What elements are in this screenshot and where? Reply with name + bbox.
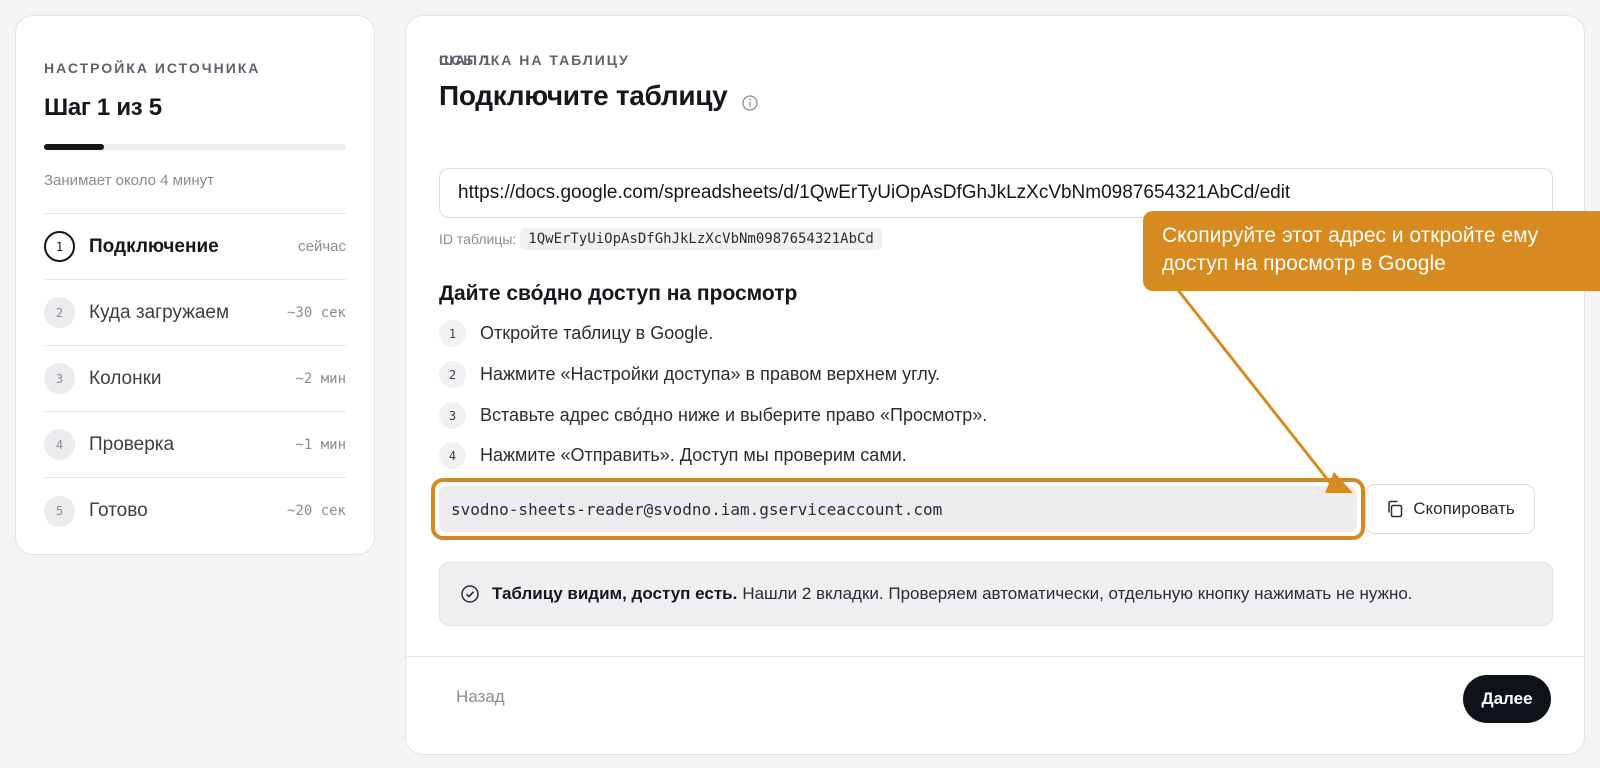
step-number: 2 (44, 297, 75, 328)
copy-button-label: Скопировать (1413, 499, 1515, 518)
step-item-columns[interactable]: 3 Колонки ~2 мин (44, 346, 346, 412)
step-label: Готово (89, 500, 148, 521)
instruction-item: 4 Нажмите «Отправить». Доступ мы провери… (439, 442, 907, 469)
main-card: ШАГ 1 Подключите таблицу ССЫЛКА НА ТАБЛИ… (405, 15, 1585, 755)
step-time: ~1 мин (295, 436, 346, 453)
instruction-text: Откройте таблицу в Google. (480, 323, 714, 343)
step-label: Куда загружаем (89, 301, 230, 323)
instruction-item: 3 Вставьте адрес сво́дно ниже и выберите… (439, 402, 987, 429)
setup-sidebar: НАСТРОЙКА ИСТОЧНИКА Шаг 1 из 5 Занимает … (15, 15, 375, 555)
page-title: Подключите таблицу (439, 80, 759, 112)
progress-fill (44, 144, 105, 150)
sheet-url-value: https://docs.google.com/spreadsheets/d/1… (458, 182, 1291, 203)
instruction-number: 2 (439, 361, 466, 388)
status-bold: Таблицу видим, доступ есть. (492, 584, 738, 603)
sheet-id-chip: 1QwErTyUiOpAsDfGhJkLzXcVbNm0987654321AbC… (520, 228, 882, 250)
progress-bar (44, 144, 346, 150)
copy-icon (1388, 500, 1403, 518)
sidebar-eyebrow: НАСТРОЙКА ИСТОЧНИКА (44, 60, 261, 76)
instruction-text: Нажмите «Настройки доступа» в правом вер… (480, 364, 940, 384)
step-list: 1 Подключение сейчас 2 Куда загружаем ~3… (44, 213, 346, 544)
sidebar-title: Шаг 1 из 5 (44, 94, 162, 121)
url-field-label: ССЫЛКА НА ТАБЛИЦУ (439, 52, 630, 68)
service-email-field[interactable]: svodno-sheets-reader@svodno.iam.gservice… (439, 486, 1357, 532)
copy-button[interactable]: Скопировать (1365, 484, 1535, 534)
step-number: 1 (44, 231, 75, 262)
step-time: сейчас (298, 238, 346, 255)
step-number: 5 (44, 495, 75, 527)
step-time: ~20 сек (286, 503, 346, 519)
back-button[interactable]: Назад (456, 687, 505, 707)
instruction-item: 1 Откройте таблицу в Google. (439, 320, 713, 347)
instruction-number: 4 (439, 442, 466, 469)
instruction-number: 3 (439, 402, 466, 429)
section-title: Дайте сво́дно доступ на просмотр (439, 282, 798, 305)
instruction-text: Нажмите «Отправить». Доступ мы проверим … (480, 445, 907, 465)
step-item-review[interactable]: 4 Проверка ~1 мин (44, 412, 346, 478)
status-text: Нашли 2 вкладки. Проверяем автоматически… (742, 584, 1413, 603)
step-label: Проверка (89, 433, 175, 455)
step-time: ~2 мин (295, 370, 346, 387)
instruction-item: 2 Нажмите «Настройки доступа» в правом в… (439, 361, 940, 388)
step-number: 4 (44, 429, 75, 460)
service-email-highlight: svodno-sheets-reader@svodno.iam.gservice… (431, 478, 1365, 540)
step-item-done[interactable]: 5 Готово ~20 сек (44, 478, 346, 544)
tooltip-callout: Скопируйте этот адрес и откройте ему дос… (1143, 211, 1600, 291)
instruction-text: Вставьте адрес сво́дно ниже и выберите п… (480, 405, 988, 425)
card-footer: Назад Далее (406, 656, 1584, 754)
sheet-id-row: ID таблицы: 1QwErTyUiOpAsDfGhJkLzXcVbNm0… (439, 228, 882, 250)
info-icon[interactable] (741, 87, 759, 111)
access-status-banner: Таблицу видим, доступ есть. Нашли 2 вкла… (439, 562, 1553, 626)
next-button[interactable]: Далее (1463, 675, 1551, 723)
step-label: Колонки (89, 367, 162, 389)
instruction-number: 1 (439, 320, 466, 347)
step-number: 3 (44, 363, 75, 394)
sheet-id-label: ID таблицы: (439, 231, 517, 247)
step-label: Подключение (89, 235, 219, 257)
step-item-connection[interactable]: 1 Подключение сейчас (44, 214, 346, 280)
page-title-text: Подключите таблицу (439, 80, 728, 111)
step-time: ~30 сек (286, 304, 346, 321)
check-circle-icon (461, 585, 479, 603)
step-item-destination[interactable]: 2 Куда загружаем ~30 сек (44, 280, 346, 346)
duration-text: Занимает около 4 минут (44, 172, 214, 189)
